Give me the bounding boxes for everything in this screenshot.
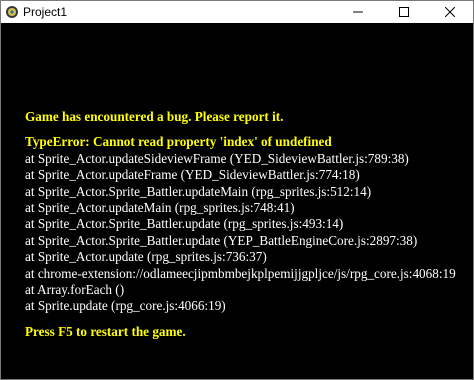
- stack-line: at Sprite_Actor.updateMain (rpg_sprites.…: [25, 200, 295, 216]
- stack-line: at chrome-extension://odlameecjipmbmbejk…: [25, 265, 456, 281]
- game-canvas: Game has encountered a bug. Please repor…: [1, 23, 473, 379]
- stack-line: at Sprite_Actor.Sprite_Battler.updateMai…: [25, 183, 372, 199]
- stack-line: at Sprite_Actor.Sprite_Battler.update (r…: [25, 216, 344, 232]
- stack-line: at Sprite_Actor.Sprite_Battler.update (Y…: [25, 232, 418, 248]
- stack-line: at Sprite_Actor.update (rpg_sprites.js:7…: [25, 249, 267, 265]
- restart-hint: Press F5 to restart the game.: [25, 323, 186, 339]
- app-icon: [5, 5, 19, 19]
- stack-line: at Array.forEach (): [25, 282, 125, 298]
- stack-line: at Sprite_Actor.updateSideviewFrame (YED…: [25, 150, 409, 166]
- error-message: Game has encountered a bug. Please repor…: [25, 109, 456, 340]
- maximize-icon: [399, 7, 409, 17]
- window-title: Project1: [23, 5, 68, 19]
- title-bar[interactable]: Project1: [1, 1, 473, 23]
- stack-line: at Sprite_Actor.updateFrame (YED_Sidevie…: [25, 167, 360, 183]
- stack-line: at Sprite.update (rpg_core.js:4066:19): [25, 298, 226, 314]
- game-window: Project1 Game has encountered a bug. Ple…: [0, 0, 474, 380]
- error-heading: Game has encountered a bug. Please repor…: [25, 109, 284, 124]
- close-button[interactable]: [427, 1, 473, 23]
- close-icon: [445, 7, 455, 17]
- maximize-button[interactable]: [381, 1, 427, 23]
- minimize-icon: [353, 11, 363, 13]
- error-type: TypeError: Cannot read property 'index' …: [25, 134, 332, 150]
- minimize-button[interactable]: [335, 1, 381, 23]
